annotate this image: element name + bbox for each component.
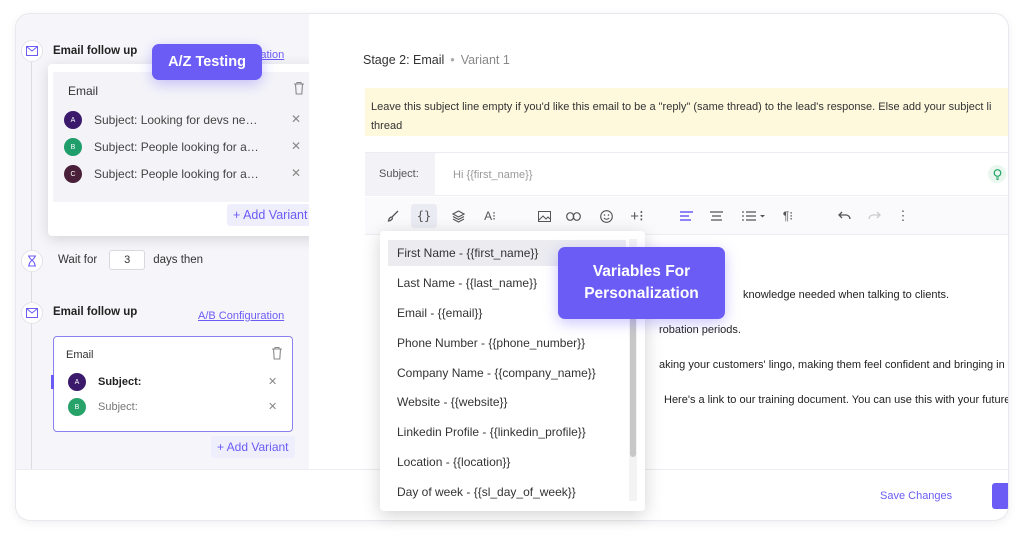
close-icon[interactable]: ✕ <box>291 112 301 126</box>
insert-plus-icon[interactable]: +⁝ <box>625 204 649 228</box>
email-body-line: aking your customers' lingo, making them… <box>659 359 1008 371</box>
emoji-icon[interactable] <box>595 204 617 228</box>
subject-bar: Subject: Hi {{first_name}} <box>365 152 1008 196</box>
font-size-icon[interactable]: A⁝ <box>479 204 501 228</box>
variant-avatar: B <box>64 138 82 156</box>
variables-braces-icon[interactable]: {} <box>411 204 437 228</box>
subject-input[interactable]: Hi {{first_name}} <box>453 169 533 181</box>
variant-subject: Subject: <box>98 401 138 413</box>
az-testing-callout: A/Z Testing <box>152 44 262 80</box>
variant-avatar: B <box>68 398 86 416</box>
mail-icon <box>21 302 43 324</box>
close-icon[interactable]: ✕ <box>268 375 277 388</box>
wait-row: Wait for 3 days then <box>58 250 203 270</box>
stage-name: Stage 2: Email <box>363 53 445 67</box>
list-icon[interactable] <box>737 204 771 228</box>
variant-row[interactable]: A Subject: Looking for devs nee… <box>64 110 264 130</box>
email-body-line: robation periods. <box>659 324 741 336</box>
more-options-icon[interactable]: ⋮ <box>895 204 911 228</box>
sequence-sidebar: Email follow up A/B Configuration Email … <box>16 14 322 470</box>
step-title: Email follow up <box>53 45 138 57</box>
image-icon[interactable] <box>533 204 555 228</box>
callout-line: Variables For <box>592 263 691 280</box>
link-icon[interactable] <box>561 204 585 228</box>
variant-avatar: C <box>64 165 82 183</box>
ab-configuration-link[interactable]: A/B Configuration <box>198 310 284 322</box>
subject-label: Subject: <box>365 153 435 196</box>
notice-banner: Leave this subject line empty if you'd l… <box>365 88 1008 136</box>
variable-option[interactable]: Website - {{website}} <box>388 389 626 415</box>
variable-option[interactable]: Day of week - {{sl_day_of_week}} <box>388 479 626 505</box>
email-variant-card: Email A Subject: Looking for devs nee… ✕… <box>48 64 322 236</box>
variant-row[interactable]: B Subject: <box>68 397 248 417</box>
variant-subject: Subject: <box>98 376 142 388</box>
variant-avatar: A <box>64 111 82 129</box>
brush-icon[interactable] <box>383 204 403 228</box>
align-left-icon[interactable] <box>675 204 697 228</box>
active-indicator <box>51 375 54 389</box>
close-icon[interactable]: ✕ <box>268 400 277 413</box>
align-center-icon[interactable] <box>705 204 727 228</box>
editor-toolbar: {} A⁝ +⁝ ¶⁝ ⋮ <box>365 197 1008 235</box>
wait-suffix: days then <box>153 254 204 266</box>
close-icon[interactable]: ✕ <box>291 166 301 180</box>
step-title: Email follow up <box>53 306 138 318</box>
variant-subject: Subject: People looking for ap… <box>94 140 264 154</box>
add-variant-button[interactable]: + Add Variant <box>227 204 314 226</box>
email-body-line: knowledge needed when talking to clients… <box>743 289 950 301</box>
variable-option[interactable]: Location - {{location}} <box>388 449 626 475</box>
mail-icon <box>21 40 43 62</box>
layers-icon[interactable] <box>447 204 469 228</box>
variant-subject: Subject: People looking for ap… <box>94 167 264 181</box>
variant-row[interactable]: B Subject: People looking for ap… <box>64 137 264 157</box>
variables-callout: Variables For Personalization <box>558 247 725 319</box>
separator-dot: • <box>450 53 455 67</box>
lightbulb-icon[interactable] <box>988 165 1006 183</box>
trash-icon[interactable] <box>293 81 305 95</box>
save-changes-button[interactable]: Save Changes <box>880 490 952 502</box>
stage-title: Stage 2: Email • Variant 1 <box>363 53 510 67</box>
variant-subject: Subject: Looking for devs nee… <box>94 113 264 127</box>
primary-action-button[interactable] <box>992 483 1008 509</box>
variant-row[interactable]: A Subject: <box>68 372 248 392</box>
card-title: Email <box>66 349 94 361</box>
wait-label: Wait for <box>58 254 98 266</box>
callout-line: Personalization <box>584 285 699 302</box>
variant-avatar: A <box>68 373 86 391</box>
email-variant-card: Email A Subject: ✕ B Subject: ✕ <box>51 336 293 432</box>
redo-icon[interactable] <box>863 204 885 228</box>
wait-days-input[interactable]: 3 <box>109 250 146 270</box>
close-icon[interactable]: ✕ <box>291 139 301 153</box>
stage-variant: Variant 1 <box>460 53 510 67</box>
email-body-line: Here's a link to our training document. … <box>664 394 1008 406</box>
undo-icon[interactable] <box>833 204 855 228</box>
hourglass-icon <box>21 250 43 272</box>
card-title: Email <box>68 84 99 98</box>
trash-icon[interactable] <box>271 346 283 360</box>
add-variant-button[interactable]: + Add Variant <box>211 436 295 458</box>
variant-row[interactable]: C Subject: People looking for ap… <box>64 164 264 184</box>
variable-option[interactable]: Phone Number - {{phone_number}} <box>388 330 626 356</box>
paragraph-icon[interactable]: ¶⁝ <box>777 204 799 228</box>
variable-option[interactable]: Company Name - {{company_name}} <box>388 360 626 386</box>
variable-option[interactable]: Linkedin Profile - {{linkedin_profile}} <box>388 419 626 445</box>
